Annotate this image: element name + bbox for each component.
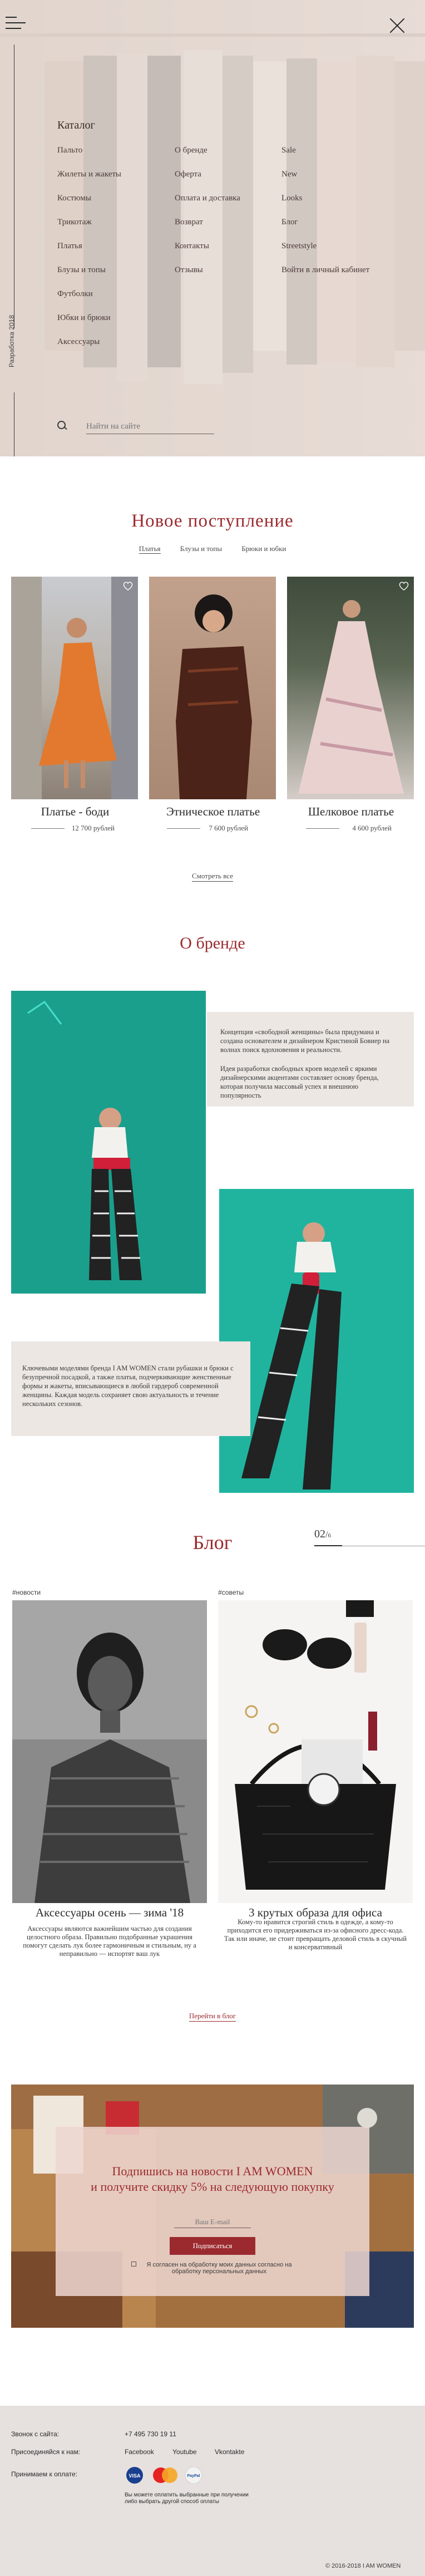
social-facebook[interactable]: Facebook <box>125 2448 154 2456</box>
product-name[interactable]: Платье - боди <box>11 805 139 819</box>
tab-blouses[interactable]: Блузы и топы <box>180 544 222 553</box>
see-all-link[interactable]: Смотреть все <box>0 872 425 882</box>
paypal-icon: PayPal <box>185 2467 202 2484</box>
about-paragraph: Идея разработки свободных кроев моделей … <box>220 1065 379 1099</box>
menu-item[interactable]: Возврат <box>175 218 240 242</box>
heart-icon[interactable] <box>398 581 409 591</box>
subscribe-title: Подпишись на новости I AM WOMEN и получи… <box>56 2164 369 2195</box>
menu-item[interactable]: Пальто <box>57 146 121 170</box>
section-title: О бренде <box>180 934 245 952</box>
see-all-label[interactable]: Смотреть все <box>192 872 233 882</box>
product-price: 7 600 рублей <box>209 824 248 832</box>
menu-item[interactable]: Контакты <box>175 242 240 266</box>
product-image[interactable] <box>287 577 414 799</box>
brand-photo <box>219 1189 414 1493</box>
menu-item[interactable]: Оплата и доставка <box>175 194 240 218</box>
copyright: © 2016-2018 I AM WOMEN <box>325 2563 401 2569</box>
menu-item[interactable]: Отзывы <box>175 266 240 289</box>
svg-text:PayPal: PayPal <box>187 2474 200 2478</box>
menu-item[interactable]: Жилеты и жакеты <box>57 170 121 194</box>
consent-text: Я согласен на обработку моих данных согл… <box>146 2262 292 2275</box>
developer-credit[interactable]: Разработка 2018 <box>8 315 19 367</box>
search-icon[interactable] <box>57 421 67 431</box>
catalog-menu: Пальто Жилеты и жакеты Костюмы Трикотаж … <box>57 146 121 361</box>
about-paragraph: Концепция «свободной женщины» была приду… <box>220 1028 390 1054</box>
copyright-icon: © <box>325 2563 330 2569</box>
subscribe-form: Подпишись на новости I AM WOMEN и получи… <box>56 2127 369 2296</box>
brand-photo <box>11 991 206 1294</box>
blog-pager: 02/6 <box>314 1528 331 1540</box>
product-price: 4 600 рублей <box>352 824 392 832</box>
section-title: Новое поступление <box>131 511 294 531</box>
about-text-card: Концепция «свободной женщины» была приду… <box>207 1012 414 1107</box>
menu-item[interactable]: О бренде <box>175 146 240 170</box>
close-icon[interactable] <box>388 17 406 35</box>
product-name[interactable]: Шелковое платье <box>287 805 415 819</box>
menu-item[interactable]: Looks <box>281 194 369 218</box>
pay-label: Принимаем к оплате: <box>11 2470 78 2478</box>
search-input[interactable] <box>86 420 214 434</box>
menu-item[interactable]: Футболки <box>57 289 121 313</box>
menu-item[interactable]: Аксессуары <box>57 337 121 361</box>
menu-item[interactable]: Трикотаж <box>57 218 121 242</box>
section-title: Блог <box>192 1531 233 1554</box>
menu-item[interactable]: Sale <box>281 146 369 170</box>
menu-item[interactable]: Юбки и брюки <box>57 313 121 337</box>
extra-menu: Sale New Looks Блог Streetstyle Войти в … <box>281 146 369 289</box>
follow-label: Присоединяйся к нам: <box>11 2448 81 2456</box>
phone-link[interactable]: +7 495 730 19 11 <box>125 2430 176 2438</box>
menu-item[interactable]: Блог <box>281 218 369 242</box>
consent-checkbox[interactable] <box>131 2262 136 2267</box>
subscribe-title-line: Подпишись на новости I AM WOMEN <box>112 2164 313 2178</box>
product-image[interactable] <box>11 577 138 799</box>
product-price: 12 700 рублей <box>71 824 115 832</box>
pager-current: 02 <box>314 1528 325 1540</box>
post-tag[interactable]: #советы <box>218 1589 244 1596</box>
menu-item[interactable]: Блузы и топы <box>57 266 121 289</box>
mastercard-icon <box>153 2467 177 2483</box>
visa-icon: VISA <box>126 2467 143 2484</box>
subscribe-banner: Подпишись на новости I AM WOMEN и получи… <box>11 2085 414 2328</box>
info-menu: О бренде Оферта Оплата и доставка Возвра… <box>175 146 240 289</box>
menu-item[interactable]: Платья <box>57 242 121 266</box>
menu-item[interactable]: Streetstyle <box>281 242 369 266</box>
menu-item[interactable]: Войти в личный кабинет <box>281 266 369 289</box>
blog-post-image[interactable] <box>218 1600 413 1903</box>
menu-item[interactable]: Оферта <box>175 170 240 194</box>
about-paragraph: Ключевыми моделями бренда I AM WOMEN ста… <box>22 1364 234 1408</box>
post-title[interactable]: Аксессуары осень — зима '18 <box>12 1906 207 1920</box>
copyright-text: 2016-2018 I AM WOMEN <box>332 2563 401 2569</box>
call-label: Звонок с сайта: <box>11 2430 60 2438</box>
social-youtube[interactable]: Youtube <box>172 2448 197 2456</box>
blog-post-image[interactable] <box>12 1600 207 1903</box>
tab-dresses[interactable]: Платья <box>139 544 161 554</box>
catalog-heading: Каталог <box>57 119 95 131</box>
product-image[interactable] <box>149 577 276 799</box>
post-excerpt: Кому-то нравится строгий стиль в одежде,… <box>224 1918 407 1951</box>
post-tag[interactable]: #новости <box>12 1589 41 1596</box>
pager-total: 6 <box>328 1532 331 1539</box>
product-name[interactable]: Этническое платье <box>149 805 277 819</box>
menu-item[interactable]: Костюмы <box>57 194 121 218</box>
pager-progress <box>314 1545 342 1546</box>
consent-row: Я согласен на обработку моих данных согл… <box>131 2262 298 2275</box>
menu-item[interactable]: New <box>281 170 369 194</box>
subscribe-button[interactable]: Подписаться <box>170 2237 255 2255</box>
subscribe-title-line: и получите скидку 5% на следующую покупк… <box>91 2180 334 2194</box>
tab-trousers[interactable]: Брюки и юбки <box>241 544 286 553</box>
legal-note: Вы можете оплатить выбранные при получен… <box>125 2492 249 2505</box>
svg-text:VISA: VISA <box>129 2473 141 2479</box>
footer: Звонок с сайта: +7 495 730 19 11 Присоед… <box>0 2406 425 2576</box>
heart-icon[interactable] <box>122 581 134 591</box>
blog-link-label[interactable]: Перейти в блог <box>189 2012 236 2022</box>
social-vkontakte[interactable]: Vkontakte <box>215 2448 244 2456</box>
menu-overlay: Разработка 2018 Каталог Пальто Жилеты и … <box>0 0 425 456</box>
post-excerpt: Аксессуары являются важнейшим частью для… <box>23 1925 196 1958</box>
blog-link[interactable]: Перейти в блог <box>0 2012 425 2022</box>
email-field[interactable] <box>174 2216 251 2228</box>
menu-icon[interactable] <box>6 17 26 29</box>
category-tabs: Платья Блузы и топы Брюки и юбки <box>0 544 425 554</box>
about-text-card: Ключевыми моделями бренда I AM WOMEN ста… <box>11 1341 250 1436</box>
